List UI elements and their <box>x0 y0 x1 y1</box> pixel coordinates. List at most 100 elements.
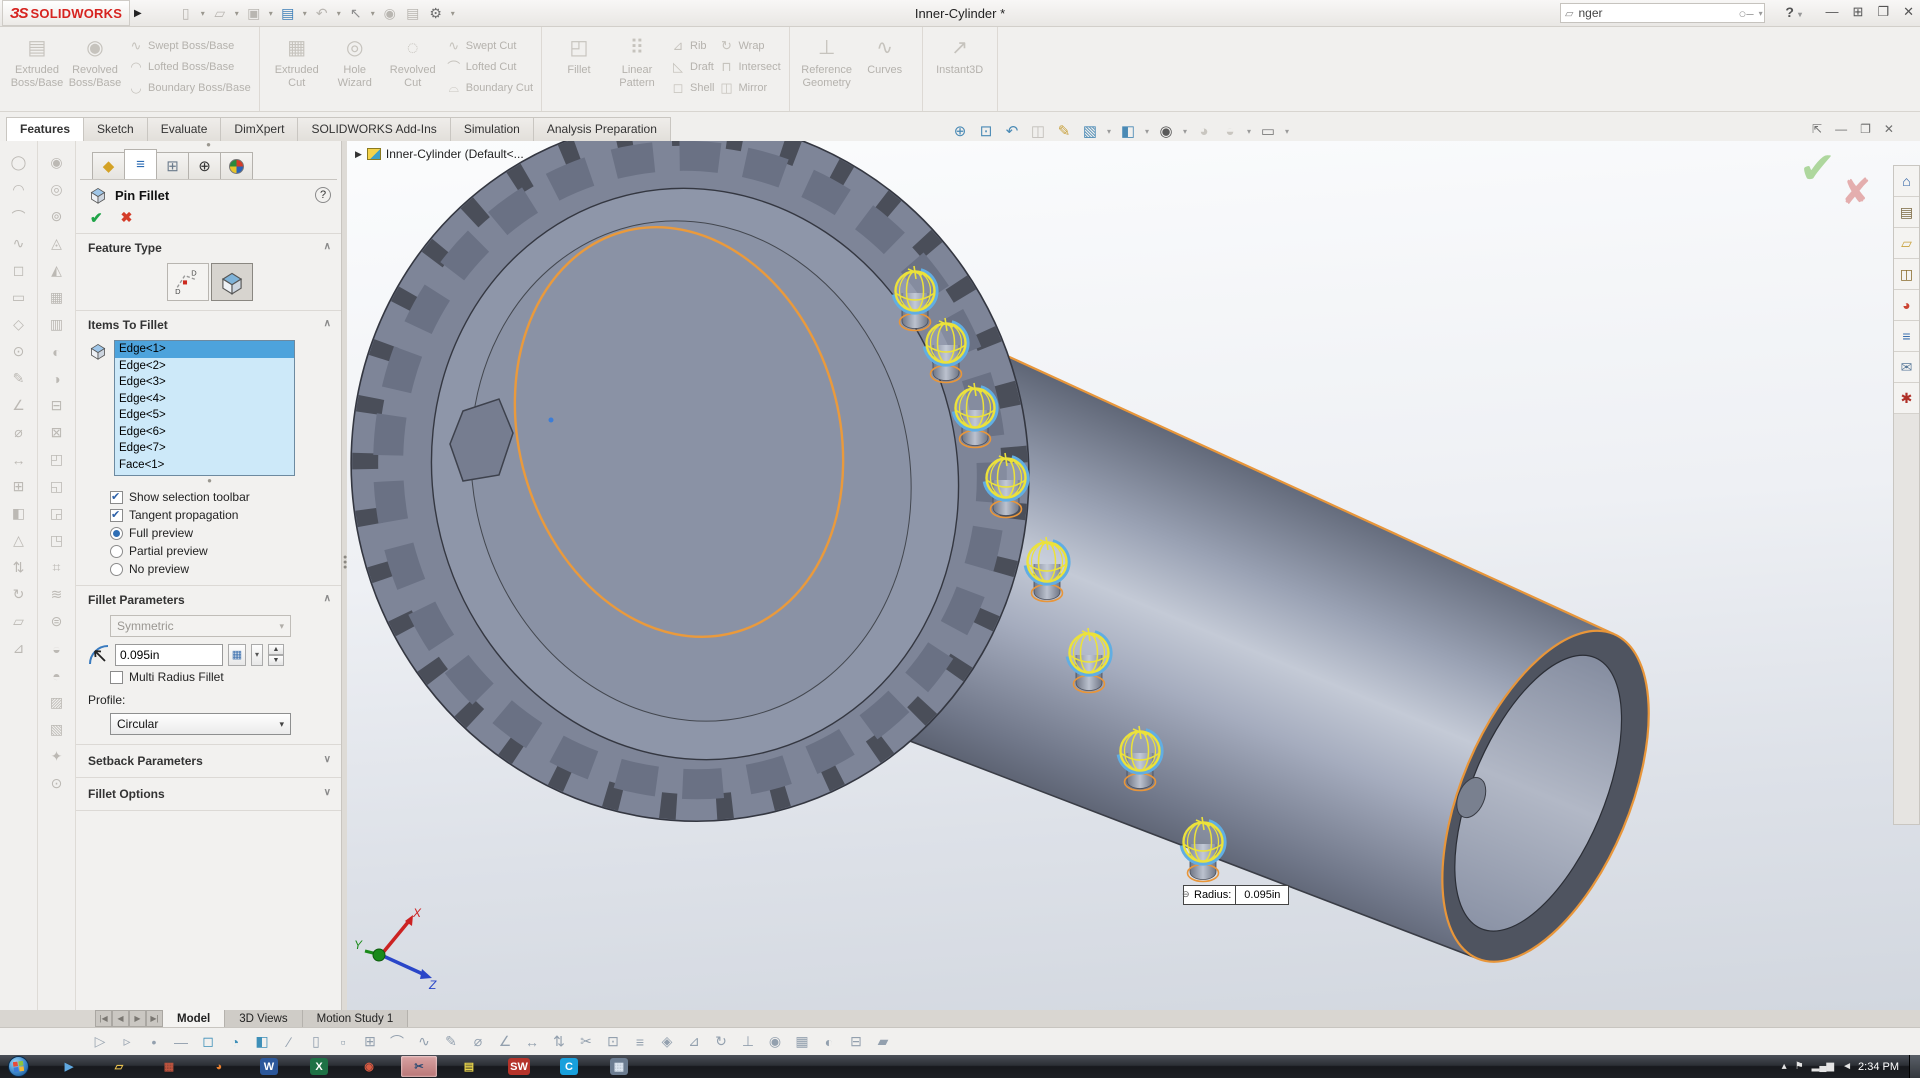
hatch-feature-icon[interactable]: ▥ <box>42 311 72 338</box>
swept-boss-base-button[interactable]: ∿ Swept Boss/Base <box>128 35 251 56</box>
ok-button[interactable]: ✔ <box>90 209 103 227</box>
hole-feature-icon[interactable]: ◎ <box>42 176 72 203</box>
partial-preview-radio[interactable] <box>110 544 123 558</box>
small-rect-icon[interactable]: ▫ <box>331 1030 355 1054</box>
block-icon[interactable]: ▰ <box>871 1030 895 1054</box>
collapse-icon[interactable]: ∧ <box>324 593 331 607</box>
horizontal-icon[interactable]: ↔ <box>520 1030 544 1054</box>
taskbar-app-solidworks[interactable]: SW <box>501 1056 537 1077</box>
tray-volume-icon[interactable]: ◄ <box>1842 1061 1852 1072</box>
open-button[interactable]: ▱ <box>210 5 230 22</box>
collapse-icon[interactable]: ∧ <box>324 241 331 255</box>
caret-icon[interactable]: ▾ <box>301 9 309 18</box>
rotate-tool-icon[interactable]: ↻ <box>4 581 34 608</box>
feature-type-fillet-button[interactable] <box>210 263 253 301</box>
close-button[interactable]: ✕ <box>1903 4 1914 20</box>
diamond-icon[interactable]: ◈ <box>655 1030 679 1054</box>
expand-icon[interactable]: ∨ <box>324 787 331 801</box>
mirror-button[interactable]: ◫ Mirror <box>718 77 780 98</box>
dot-icon[interactable]: ⊙ <box>42 770 72 797</box>
chamfer-tool-icon[interactable]: ⊿ <box>4 635 34 662</box>
caret-icon[interactable]: ▾ <box>369 9 377 18</box>
circle-feature-icon[interactable]: ◉ <box>42 149 72 176</box>
view-orientation-icon[interactable]: ▧ <box>1078 122 1102 140</box>
trim-icon[interactable]: ✂ <box>574 1030 598 1054</box>
spline-icon[interactable]: ∿ <box>412 1030 436 1054</box>
caret-icon[interactable]: ▾ <box>335 9 343 18</box>
caret-icon[interactable]: ▾ <box>1104 127 1114 136</box>
show-desktop-button[interactable] <box>1909 1055 1920 1078</box>
corner-tl-icon[interactable]: ◰ <box>42 446 72 473</box>
tray-flag-icon[interactable]: ⚑ <box>1795 1061 1804 1072</box>
fillet-list-item[interactable]: Edge<1> <box>115 341 294 358</box>
list-icon[interactable]: ≡ <box>628 1030 652 1054</box>
command-tab[interactable]: SOLIDWORKS Add-Ins <box>297 117 451 141</box>
caret-icon[interactable]: ▾ <box>199 9 207 18</box>
radius-caret-button[interactable]: ▾ <box>251 644 263 666</box>
pyramid-feature-icon[interactable]: ◬ <box>42 230 72 257</box>
print-button[interactable]: ▤ <box>278 5 298 22</box>
radius-callout-value[interactable]: 0.095in <box>1236 886 1288 904</box>
help-caret-icon[interactable]: ▾ <box>1798 10 1802 19</box>
fillet-options-section[interactable]: Fillet Options ∨ <box>76 778 341 811</box>
tangent-arc-icon[interactable]: ⌒ <box>4 203 34 230</box>
diameter-dimension-icon[interactable]: ⌀ <box>4 419 34 446</box>
hash-icon[interactable]: ⌗ <box>42 554 72 581</box>
fillet-button[interactable]: ◰ Fillet <box>550 31 608 105</box>
search-caret-icon[interactable]: ▾ <box>1759 9 1763 18</box>
top-shade-icon[interactable]: ◓ <box>42 662 72 689</box>
pattern-tool-icon[interactable]: ⊞ <box>4 473 34 500</box>
minimize-button[interactable]: — <box>1826 4 1839 20</box>
help-button[interactable]: ? ▾ <box>1785 4 1802 20</box>
command-tab[interactable]: DimXpert <box>220 117 299 141</box>
arc-tool-icon[interactable]: ◠ <box>4 176 34 203</box>
restore-button[interactable]: ❐ <box>1877 4 1889 20</box>
curves-button[interactable]: ∿ Curves <box>856 31 914 105</box>
corner-br-icon[interactable]: ◲ <box>42 500 72 527</box>
lofted-cut-button[interactable]: ⌒ Lofted Cut <box>446 56 533 77</box>
caret-icon[interactable]: ▾ <box>1244 127 1254 136</box>
tray-network-icon[interactable]: ▂▄▆ <box>1812 1061 1834 1072</box>
no-preview-radio[interactable] <box>110 562 123 576</box>
solidworks-resources-icon[interactable]: ✱ <box>1894 383 1919 414</box>
appearances-icon[interactable]: ◕ <box>1894 290 1919 321</box>
polygon-tool-icon[interactable]: ◇ <box>4 311 34 338</box>
taskbar-app-word[interactable]: W <box>251 1056 287 1077</box>
sketch-tool-icon[interactable]: ◯ <box>4 149 34 176</box>
edit-appearance-icon[interactable]: ◕ <box>1192 123 1216 140</box>
corner-tr-icon[interactable]: ◳ <box>42 527 72 554</box>
boss-feature-icon[interactable]: ⊚ <box>42 203 72 230</box>
doc-pin-icon[interactable]: ⇱ <box>1812 122 1822 136</box>
fillet-list-item[interactable]: Edge<6> <box>115 424 294 441</box>
extruded-cut-button[interactable]: ▦ Extruded Cut <box>268 31 326 105</box>
tab-nav-button[interactable]: ▶ <box>129 1010 146 1027</box>
fillet-list-item[interactable]: Edge<7> <box>115 440 294 457</box>
intersect-button[interactable]: ⊓ Intersect <box>718 56 780 77</box>
extruded-boss-base-button[interactable]: ▤ Extruded Boss/Base <box>8 31 66 105</box>
tangent-propagation-checkbox[interactable] <box>110 508 123 522</box>
angle-icon[interactable]: ∠ <box>493 1030 517 1054</box>
zoom-fit-icon[interactable]: ⊕ <box>948 122 972 140</box>
multi-radius-checkbox[interactable] <box>110 670 123 684</box>
fillet-list-item[interactable]: Edge<2> <box>115 358 294 375</box>
caret-icon[interactable]: ▾ <box>449 9 457 18</box>
expand-icon[interactable]: ∨ <box>324 754 331 768</box>
command-tab[interactable]: Analysis Preparation <box>532 117 671 141</box>
zoom-box-icon[interactable]: ⊡ <box>601 1030 625 1054</box>
document-tab[interactable]: Model <box>163 1010 226 1027</box>
options-button[interactable]: ⚙ <box>426 5 446 22</box>
square-icon[interactable]: ◻ <box>196 1030 220 1054</box>
fillet-list-item[interactable]: Edge<3> <box>115 374 294 391</box>
gear-flange[interactable] <box>347 141 1103 893</box>
inner-cylinder-model[interactable] <box>347 141 1920 1010</box>
diameter-icon[interactable]: ⌀ <box>466 1030 490 1054</box>
taskbar-app-menu[interactable]: ▦ <box>151 1056 187 1077</box>
panel-resize-handle[interactable]: ● <box>76 141 341 150</box>
grid-feature-icon[interactable]: ▦ <box>42 284 72 311</box>
perpendicular-icon[interactable]: ⊥ <box>736 1030 760 1054</box>
instant3d-button[interactable]: ↗ Instant3D <box>931 31 989 105</box>
rectangle-tool-icon[interactable]: ◻ <box>4 257 34 284</box>
minus-box-icon[interactable]: ⊟ <box>42 392 72 419</box>
tab-nav-button[interactable]: |◀ <box>95 1010 112 1027</box>
minus-icon[interactable]: ⊟ <box>844 1030 868 1054</box>
